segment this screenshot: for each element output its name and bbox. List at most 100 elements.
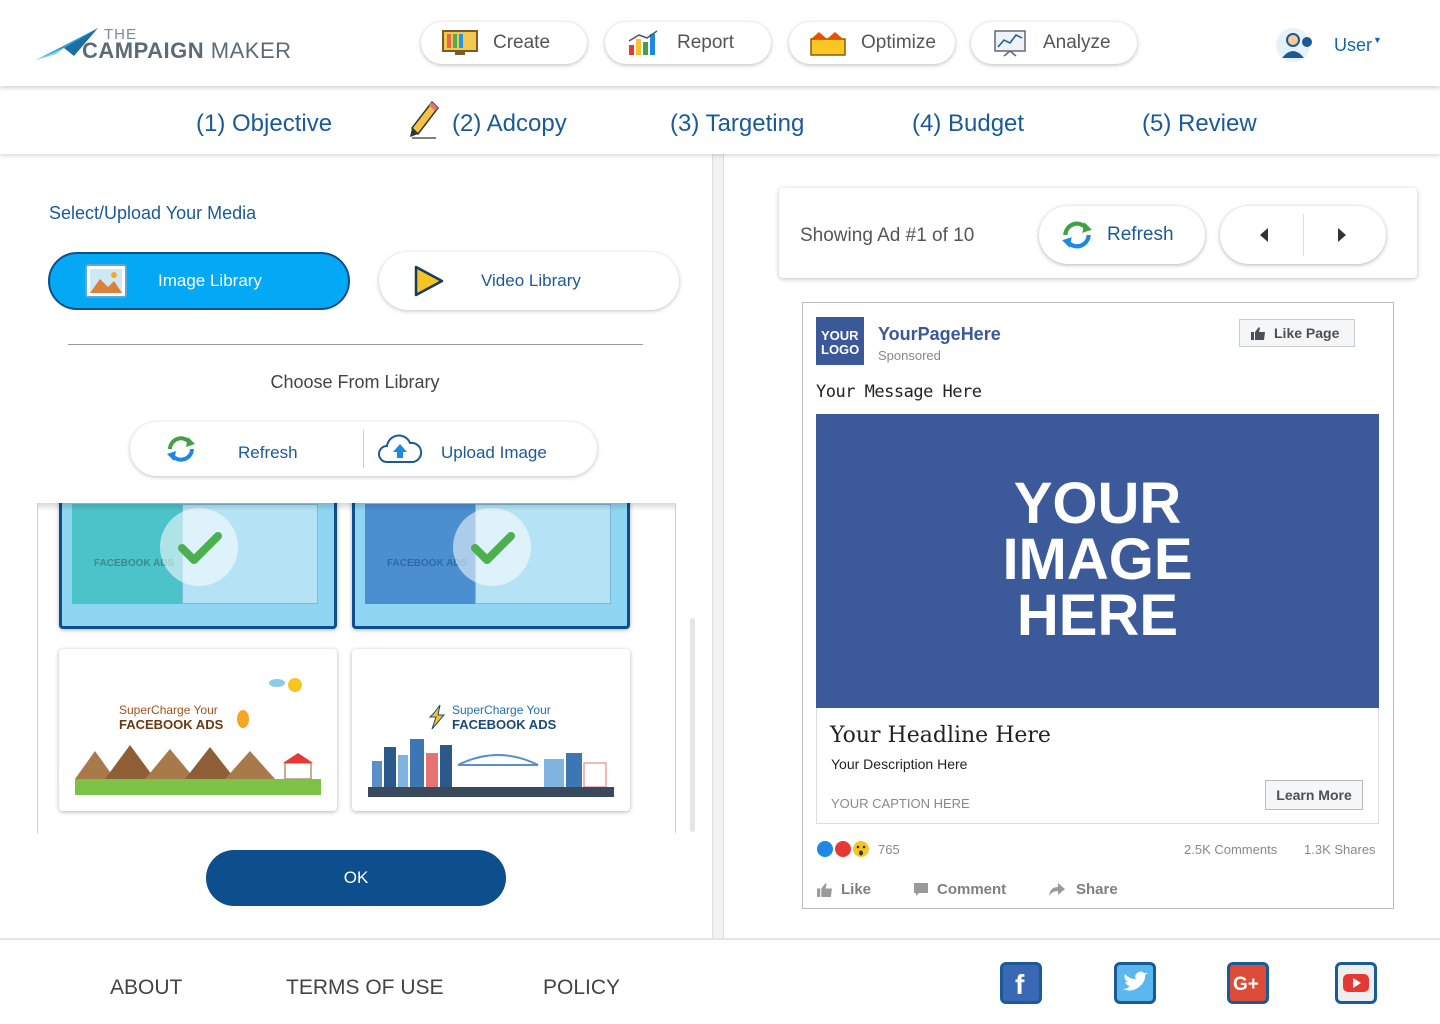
- ad-counter: Showing Ad #1 of 10: [800, 225, 975, 246]
- media-section-title: Select/Upload Your Media: [49, 203, 257, 223]
- panel-divider[interactable]: [712, 154, 724, 940]
- ad-headline: Your Headline Here: [830, 723, 1051, 748]
- user-menu[interactable]: User ▼: [1276, 26, 1382, 64]
- step-budget[interactable]: (4) Budget: [912, 110, 1024, 138]
- share-count: 1.3K Shares: [1304, 842, 1376, 857]
- ad-message: Your Message Here: [816, 382, 982, 402]
- learn-more-button[interactable]: Learn More: [1265, 780, 1363, 810]
- checkmark-icon: [471, 532, 515, 564]
- next-arrow-icon[interactable]: [1336, 227, 1348, 243]
- step-objective[interactable]: (1) Objective: [196, 110, 332, 138]
- media-gallery: FACEBOOK ADS FACEBOOK ADS SuperCharge Yo…: [37, 503, 676, 833]
- ad-image-placeholder: YOUR IMAGE HERE: [816, 414, 1379, 708]
- footer-policy-link[interactable]: POLICY: [543, 976, 620, 1000]
- step-review[interactable]: (5) Review: [1142, 110, 1257, 138]
- ad-page-name[interactable]: YourPageHere: [878, 324, 1001, 345]
- gallery-tile-4[interactable]: SuperCharge Your FACEBOOK ADS: [352, 649, 630, 811]
- nav-create-button[interactable]: Create: [421, 22, 587, 64]
- ad-description: Your Description Here: [831, 756, 968, 772]
- ok-button[interactable]: OK: [206, 850, 506, 906]
- library-actions-bar: Refresh Upload Image: [130, 422, 597, 476]
- twitter-icon[interactable]: [1114, 962, 1156, 1004]
- footer-about-link[interactable]: ABOUT: [110, 976, 182, 1000]
- choose-from-library-label: Choose From Library: [270, 372, 440, 392]
- refresh-icon[interactable]: [164, 434, 198, 464]
- nav-report-button[interactable]: Report: [605, 22, 771, 64]
- prev-arrow-icon[interactable]: [1258, 227, 1270, 243]
- like-page-label: Like Page: [1274, 325, 1340, 341]
- step-targeting[interactable]: (3) Targeting: [670, 110, 804, 138]
- ad-preview-toolbar: Showing Ad #1 of 10 Refresh: [779, 188, 1417, 278]
- ad-link-card: Your Headline Here Your Description Here…: [816, 708, 1379, 824]
- gallery-tile-2[interactable]: FACEBOOK ADS: [352, 503, 630, 629]
- ad-image-line-2: IMAGE: [1002, 527, 1193, 592]
- nav-optimize-label: Optimize: [861, 32, 936, 53]
- report-icon: [628, 30, 658, 55]
- thumbs-up-icon: [817, 883, 832, 897]
- video-library-label: Video Library: [481, 271, 581, 290]
- step-adcopy[interactable]: (2) Adcopy: [452, 110, 567, 138]
- image-icon: [85, 264, 127, 298]
- analyze-icon: [994, 30, 1026, 57]
- pager-separator: [1303, 214, 1304, 256]
- facebook-icon[interactable]: f: [1000, 962, 1042, 1004]
- fb-share-label: Share: [1076, 881, 1118, 898]
- pencil-icon: [410, 100, 439, 139]
- nav-optimize-button[interactable]: Optimize: [789, 22, 955, 64]
- facebook-ad-preview: YOUR LOGO YourPageHere Sponsored Like Pa…: [802, 302, 1394, 909]
- tile-1-check: [160, 508, 238, 586]
- image-library-label: Image Library: [158, 271, 262, 290]
- logo-name: CAMPAIGN MAKER: [82, 38, 292, 63]
- steps-bar: (1) Objective (2) Adcopy (3) Targeting (…: [0, 86, 1440, 154]
- ad-pager: [1220, 206, 1386, 264]
- fb-like-action[interactable]: Like: [816, 881, 871, 898]
- footer-terms-link[interactable]: TERMS OF USE: [286, 976, 444, 1000]
- ad-image-line-3: HERE: [1016, 583, 1179, 648]
- comment-icon: [914, 883, 928, 896]
- checkmark-icon: [178, 532, 222, 564]
- campaign-maker-logo[interactable]: THE CAMPAIGN MAKER: [34, 22, 304, 66]
- gallery-scrollbar[interactable]: [690, 618, 695, 832]
- google-plus-icon[interactable]: G+: [1227, 962, 1269, 1004]
- comment-count: 2.5K Comments: [1184, 842, 1278, 857]
- thumbs-up-icon: [1251, 327, 1265, 340]
- user-caret-icon: ▼: [1373, 35, 1382, 45]
- fb-like-label: Like: [841, 881, 872, 898]
- preview-refresh-label: Refresh: [1107, 224, 1174, 245]
- nav-analyze-label: Analyze: [1043, 32, 1111, 53]
- footer: ABOUT TERMS OF USE POLICY f G+: [0, 938, 1440, 1024]
- library-refresh-button[interactable]: Refresh: [238, 443, 298, 463]
- svg-text:G+: G+: [1233, 974, 1259, 995]
- upload-image-button[interactable]: Upload Image: [441, 443, 547, 463]
- create-icon: [442, 30, 478, 55]
- mountains-illustration: [75, 678, 321, 795]
- cloud-upload-icon[interactable]: [377, 434, 423, 464]
- nav-analyze-button[interactable]: Analyze: [971, 22, 1137, 64]
- ad-caption: YOUR CAPTION HERE: [831, 796, 970, 811]
- gallery-top-shadow: [38, 503, 675, 511]
- refresh-icon: [1062, 221, 1092, 249]
- tile-2-check: [453, 508, 531, 586]
- preview-refresh-button[interactable]: Refresh: [1039, 206, 1205, 264]
- youtube-icon[interactable]: [1335, 962, 1377, 1004]
- share-icon: [1049, 883, 1065, 896]
- reactions-icon: [817, 841, 869, 857]
- gallery-tile-1[interactable]: FACEBOOK ADS: [59, 503, 337, 629]
- fb-comment-action[interactable]: Comment: [913, 881, 1006, 898]
- image-library-button[interactable]: Image Library: [48, 252, 350, 310]
- gallery-tile-3[interactable]: SuperCharge Your FACEBOOK ADS: [59, 649, 337, 811]
- ad-page-logo: YOUR LOGO: [816, 317, 864, 365]
- reaction-count: 765: [878, 842, 900, 857]
- fb-share-action[interactable]: Share: [1048, 881, 1118, 898]
- video-library-button[interactable]: Video Library: [379, 252, 679, 310]
- user-avatar-icon: [1276, 28, 1312, 62]
- user-label: User: [1334, 34, 1373, 55]
- top-navbar: THE CAMPAIGN MAKER Create Report Optimiz…: [0, 0, 1440, 86]
- actions-separator: [363, 430, 364, 468]
- ad-sponsored-label: Sponsored: [878, 348, 941, 363]
- city-illustration: [368, 671, 614, 797]
- nav-report-label: Report: [677, 32, 735, 53]
- svg-text:f: f: [1015, 969, 1025, 1000]
- section-divider: [68, 344, 643, 345]
- like-page-button[interactable]: Like Page: [1239, 319, 1355, 347]
